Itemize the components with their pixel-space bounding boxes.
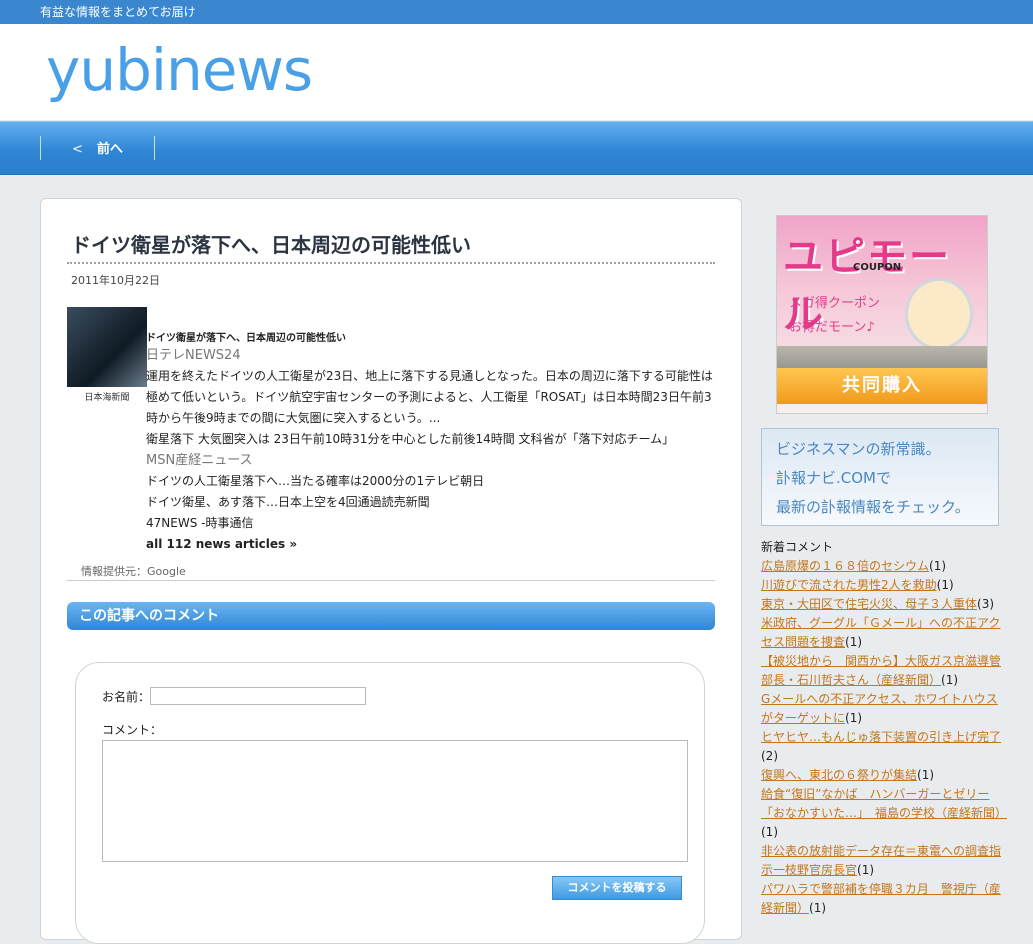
new-comment-link[interactable]: 東京・大田区で住宅火災、母子３人重体: [761, 597, 977, 611]
mascot-icon: [905, 278, 973, 350]
new-comment-link[interactable]: 復興へ、東北の６祭りが集結: [761, 768, 917, 782]
new-comment-count: (1): [941, 673, 959, 687]
site-header: yubinews: [0, 24, 1033, 120]
new-comment-link[interactable]: 広島原爆の１６８倍のセシウム: [761, 559, 929, 573]
new-comment-link[interactable]: 【被災地から 関西から】大阪ガス京滋導管部長・石川哲夫さん（産経新聞）: [761, 654, 1001, 687]
article-date: 2011年10月22日: [71, 274, 160, 287]
banner-ribbon: 共同購入: [777, 368, 987, 404]
new-comment-link[interactable]: パワハラで警部補を停職３カ月 警視庁（産経新聞）: [761, 882, 1001, 915]
new-comment-item: 非公表の放射能データ存在＝東電への調査指示一枝野官房長官(1): [761, 842, 1006, 880]
thumbnail-caption: 日本海新聞: [84, 393, 130, 403]
provider-credit: 情報提供元：Google: [81, 565, 186, 578]
banner-line: お得だモーン♪: [789, 320, 875, 335]
site-logo[interactable]: yubinews: [46, 36, 313, 104]
new-comment-count: (1): [845, 711, 863, 725]
nav-bar: < 前へ: [0, 121, 1033, 175]
related-article[interactable]: 衛星落下 大気圏突入は 23日午前10時31分を中心とした前後14時間 文科省が…: [146, 429, 716, 450]
banner-line: メガ得クーポン: [789, 296, 881, 311]
new-comment-link[interactable]: 川遊びで流された男性2人を救助: [761, 578, 937, 592]
prev-label: 前へ: [96, 142, 123, 157]
funeral-navi-banner[interactable]: ビジネスマンの新常識。 訃報ナビ.COMで 最新の訃報情報をチェック。: [761, 428, 999, 526]
banner-line: 訃報ナビ.COMで: [776, 469, 891, 487]
chevron-left-icon: <: [72, 142, 83, 157]
comment-textarea[interactable]: [102, 740, 688, 862]
new-comment-link[interactable]: 給食“復旧”なかば ハンバーガーとゼリー「おなかすいた…」 福島の学校（産経新聞…: [761, 787, 1007, 820]
new-comment-count: (1): [917, 768, 935, 782]
article-divider: [67, 580, 715, 581]
all-articles-link[interactable]: all 112 news articles »: [146, 537, 297, 551]
title-divider: [67, 262, 715, 264]
name-label: お名前：: [102, 690, 151, 704]
new-comment-count: (1): [929, 559, 947, 573]
article-title: ドイツ衛星が落下へ、日本周辺の可能性低い: [71, 233, 471, 257]
site-tagline: 有益な情報をまとめてお届け: [40, 5, 196, 19]
comment-label: コメント：: [102, 723, 163, 737]
nav-divider: [40, 136, 41, 160]
new-comments-title: 新着コメント: [761, 540, 834, 554]
yupimall-banner[interactable]: ユピモール COUPON メガ得クーポン お得だモーン♪ 共同購入: [776, 215, 988, 414]
comment-form: お名前： コメント： コメントを投稿する: [75, 662, 705, 944]
related-source: MSN産経ニュース: [146, 453, 253, 468]
article-headline[interactable]: ドイツ衛星が落下へ、日本周辺の可能性低い: [146, 333, 716, 345]
banner-line: ビジネスマンの新常識。: [776, 440, 941, 458]
banner-line: 最新の訃報情報をチェック。: [776, 498, 970, 516]
article-thumbnail[interactable]: [67, 307, 147, 387]
new-comment-count: (3): [977, 597, 995, 611]
related-article[interactable]: 47NEWS -時事通信: [146, 513, 716, 534]
new-comment-item: 広島原爆の１６８倍のセシウム(1): [761, 557, 1006, 576]
comment-section-heading: この記事へのコメント: [67, 602, 715, 630]
top-bar: 有益な情報をまとめてお届け: [0, 0, 1033, 24]
submit-comment-button[interactable]: コメントを投稿する: [552, 876, 682, 900]
new-comment-link[interactable]: 米政府、グーグル「Ｇメール」への不正アクセス問題を捜査: [761, 616, 1000, 649]
new-comment-item: 東京・大田区で住宅火災、母子３人重体(3): [761, 595, 1006, 614]
prev-link[interactable]: < 前へ: [72, 138, 123, 157]
new-comment-count: (2): [761, 749, 778, 763]
new-comment-link[interactable]: Gメールへの不正アクセス、ホワイトハウスがターゲットに: [761, 692, 998, 725]
new-comment-count: (1): [936, 578, 954, 592]
new-comment-item: 復興へ、東北の６祭りが集結(1): [761, 766, 1006, 785]
article-text: 運用を終えたドイツの人工衛星が23日、地上に落下する見通しとなった。日本の周辺に…: [146, 369, 713, 425]
new-comment-count: (1): [857, 863, 875, 877]
new-comment-count: (1): [845, 635, 863, 649]
new-comment-item: 【被災地から 関西から】大阪ガス京滋導管部長・石川哲夫さん（産経新聞）(1): [761, 652, 1006, 690]
new-comment-count: (1): [761, 825, 778, 839]
new-comment-link[interactable]: ヒヤヒヤ…もんじゅ落下装置の引き上げ完了: [761, 730, 1001, 744]
name-input[interactable]: [150, 687, 366, 705]
new-comments-widget: 新着コメント 広島原爆の１６８倍のセシウム(1) 川遊びで流された男性2人を救助(…: [761, 538, 1007, 918]
new-comment-item: 川遊びで流された男性2人を救助(1): [761, 576, 1006, 595]
related-article[interactable]: ドイツ衛星、あす落下…日本上空を4回通過読売新聞: [146, 492, 716, 513]
new-comment-item: 給食“復旧”なかば ハンバーガーとゼリー「おなかすいた…」 福島の学校（産経新聞…: [761, 785, 1007, 842]
related-article[interactable]: ドイツの人工衛星落下へ…当たる確率は2000分の1テレビ朝日: [146, 471, 716, 492]
new-comment-item: 米政府、グーグル「Ｇメール」への不正アクセス問題を捜査(1): [761, 614, 1006, 652]
new-comment-count: (1): [809, 901, 827, 915]
banner-coupon: COUPON: [853, 262, 902, 273]
new-comments-list: 広島原爆の１６８倍のセシウム(1) 川遊びで流された男性2人を救助(1) 東京・大田…: [761, 557, 1007, 918]
article-body: ドイツ衛星が落下へ、日本周辺の可能性低い 日テレNEWS24 運用を終えたドイツ…: [146, 333, 716, 555]
new-comment-item: ヒヤヒヤ…もんじゅ落下装置の引き上げ完了 (2): [761, 728, 1006, 766]
article-panel: ドイツ衛星が落下へ、日本周辺の可能性低い 2011年10月22日 日本海新聞 ド…: [40, 198, 742, 944]
new-comment-link[interactable]: 非公表の放射能データ存在＝東電への調査指示一枝野官房長官: [761, 844, 1001, 877]
new-comment-item: パワハラで警部補を停職３カ月 警視庁（産経新聞）(1): [761, 880, 1006, 918]
nav-divider: [154, 136, 155, 160]
new-comment-item: Gメールへの不正アクセス、ホワイトハウスがターゲットに(1): [761, 690, 1006, 728]
article-source: 日テレNEWS24: [146, 348, 241, 363]
